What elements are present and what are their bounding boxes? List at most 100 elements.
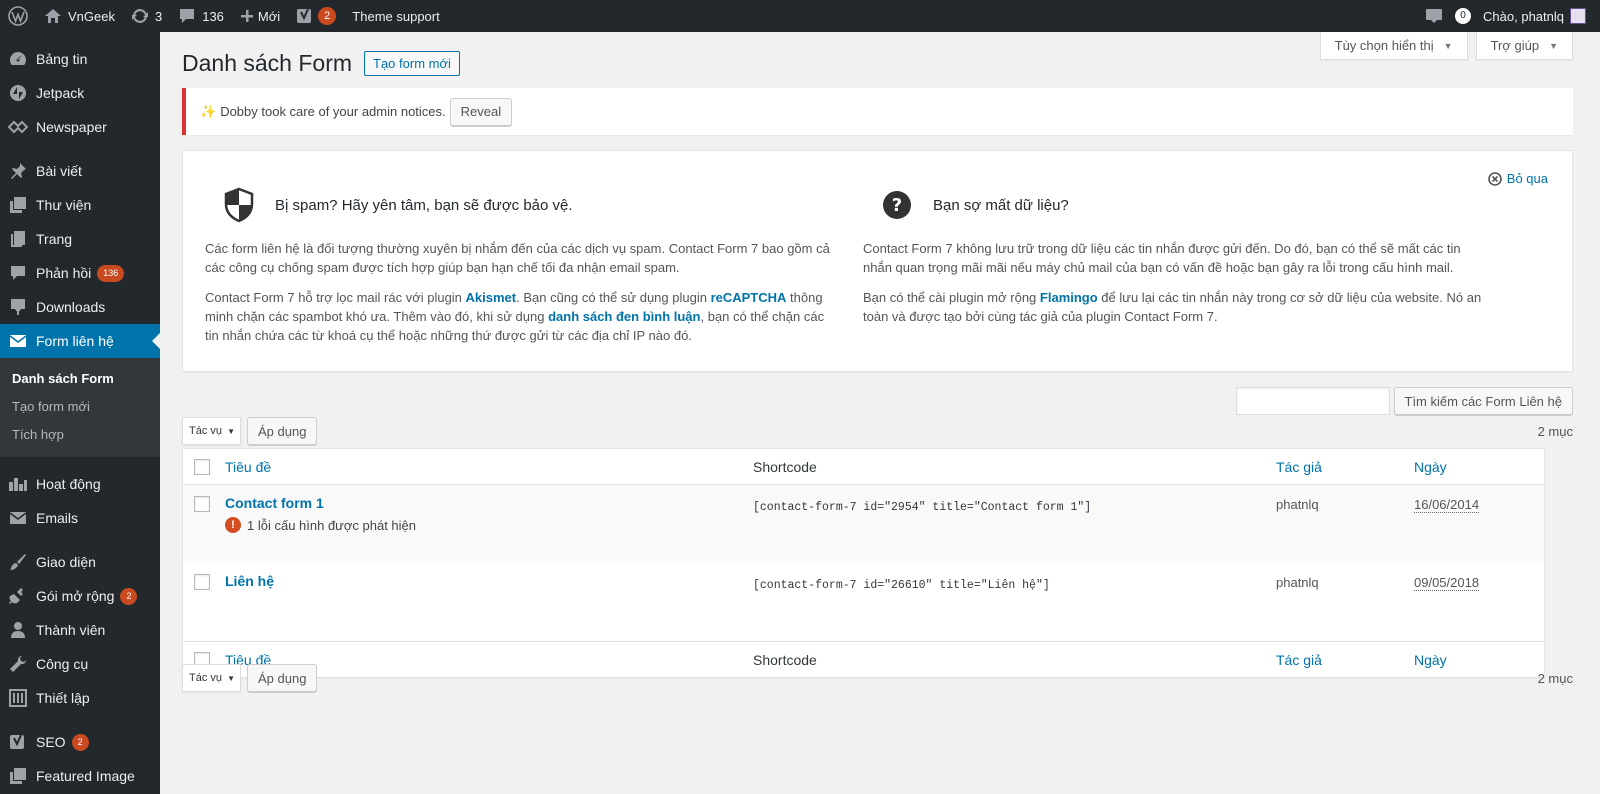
bulk-actions-select[interactable]: Tác vụ ▼ (182, 417, 241, 445)
help-label: Trợ giúp (1490, 38, 1540, 53)
home-icon (44, 8, 62, 24)
sidebar-label: Form liên hệ (36, 333, 114, 349)
comment-blacklist-link[interactable]: danh sách đen bình luận (548, 309, 700, 324)
notifications-link[interactable] (1417, 0, 1451, 32)
flamingo-link[interactable]: Flamingo (1040, 290, 1098, 305)
spam-protection-column: Bị spam? Hãy yên tâm, bạn sẽ được bảo vệ… (205, 185, 835, 356)
comments-link[interactable]: 136 (170, 0, 232, 32)
submenu-add-new-form[interactable]: Tạo form mới (0, 393, 160, 421)
sidebar-item-activity[interactable]: Hoạt động (0, 467, 160, 501)
sidebar-item-seo[interactable]: SEO 2 (0, 725, 160, 759)
notif-count-link[interactable]: 0 (1451, 0, 1475, 32)
form-title-link[interactable]: Contact form 1 (225, 495, 324, 511)
new-label: Mới (257, 8, 281, 24)
item-count: 2 mục (1537, 423, 1573, 439)
yoast-count: 2 (318, 7, 337, 25)
sidebar-label: Thiết lập (36, 690, 90, 706)
sidebar-item-jetpack[interactable]: Jetpack (0, 76, 160, 110)
date-text: 16/06/2014 (1414, 497, 1480, 513)
updates-icon (131, 7, 149, 25)
sidebar-item-settings[interactable]: Thiết lập (0, 681, 160, 715)
bulk-actions-select-bottom[interactable]: Tác vụ ▼ (182, 664, 241, 692)
date-text: 09/05/2018 (1414, 575, 1480, 591)
sidebar-label: Gói mở rộng (36, 588, 115, 604)
item-count-bottom: 2 mục (1537, 670, 1573, 686)
sidebar-item-media[interactable]: Thư viện (0, 188, 160, 222)
add-new-form-button[interactable]: Tạo form mới (364, 51, 460, 76)
apply-button[interactable]: Áp dụng (247, 417, 318, 445)
site-name-link[interactable]: VnGeek (36, 0, 123, 32)
welcome-panel: Bỏ qua Bị spam? Hãy yên tâm, bạn sẽ được… (182, 150, 1573, 372)
yoast-icon (8, 732, 28, 752)
admin-sidebar: Bảng tin Jetpack Newspaper Bài viết Thư … (0, 32, 160, 794)
screen-options-button[interactable]: Tùy chọn hiển thị ▼ (1319, 32, 1468, 60)
notif-count: 0 (1455, 8, 1472, 24)
comment-icon (178, 8, 196, 24)
data-loss-paragraph-1: Contact Form 7 không lưu trữ trong dữ li… (863, 241, 1461, 275)
sidebar-label: Bài viết (36, 163, 82, 179)
caret-down-icon: ▼ (227, 673, 235, 683)
apply-button-bottom[interactable]: Áp dụng (247, 664, 318, 692)
form-title-link[interactable]: Liên hệ (225, 573, 274, 589)
tablenav-top: Tác vụ ▼ Áp dụng 2 mục (182, 417, 1573, 445)
sidebar-label: Bảng tin (36, 51, 88, 67)
sidebar-item-dashboard[interactable]: Bảng tin (0, 42, 160, 76)
search-forms-button[interactable]: Tìm kiếm các Form Liên hệ (1393, 387, 1573, 415)
author-text: phatnlq (1276, 497, 1319, 512)
search-input[interactable] (1235, 387, 1390, 415)
sidebar-label: Featured Image (36, 768, 135, 784)
column-title-sort[interactable]: Tiêu đề (225, 459, 271, 475)
akismet-link[interactable]: Akismet (466, 290, 517, 305)
sidebar-item-downloads[interactable]: Downloads (0, 290, 160, 324)
sidebar-item-pages[interactable]: Trang (0, 222, 160, 256)
sidebar-item-emails[interactable]: Emails (0, 501, 160, 535)
column-date-sort[interactable]: Ngày (1414, 459, 1447, 475)
theme-support-label: Theme support (352, 8, 440, 24)
reveal-button[interactable]: Reveal (449, 97, 513, 126)
theme-support-link[interactable]: Theme support (344, 0, 447, 32)
my-account-link[interactable]: Chào, phatnlq (1475, 0, 1600, 32)
svg-text:?: ? (892, 195, 902, 216)
yoast-link[interactable]: 2 (288, 0, 344, 32)
sidebar-label: Downloads (36, 299, 106, 315)
sidebar-item-contact-form[interactable]: Form liên hệ (0, 324, 160, 358)
column-author-sort[interactable]: Tác giả (1276, 459, 1322, 475)
page-title: Danh sách Form (182, 50, 353, 76)
help-button[interactable]: Trợ giúp ▼ (1475, 32, 1573, 60)
sidebar-item-plugins[interactable]: Gói mở rộng 2 (0, 579, 160, 613)
sidebar-label: Công cụ (36, 656, 89, 672)
select-all-checkbox[interactable] (194, 459, 210, 475)
sidebar-item-posts[interactable]: Bài viết (0, 154, 160, 188)
sidebar-item-comments[interactable]: Phản hồi 136 (0, 256, 160, 290)
sidebar-item-users[interactable]: Thành viên (0, 613, 160, 647)
media-icon (8, 195, 28, 215)
wordpress-logo-icon[interactable] (0, 0, 36, 32)
column-shortcode: Shortcode (753, 458, 817, 475)
new-content-link[interactable]: Mới (232, 0, 288, 32)
seo-badge: 2 (71, 733, 89, 751)
sidebar-item-featured-image[interactable]: Featured Image (0, 759, 160, 793)
image-icon (8, 766, 28, 786)
sidebar-item-newspaper[interactable]: Newspaper (0, 110, 160, 144)
dobby-notice: ✨ Dobby took care of your admin notices.… (182, 88, 1573, 135)
error-icon: ! (225, 517, 241, 533)
dismiss-link[interactable]: Bỏ qua (1487, 171, 1548, 186)
caret-down-icon: ▼ (227, 426, 235, 436)
recaptcha-link[interactable]: reCAPTCHA (711, 290, 787, 305)
sidebar-item-appearance[interactable]: Giao diện (0, 545, 160, 579)
jetpack-icon (8, 83, 28, 103)
activity-icon (8, 474, 28, 494)
updates-link[interactable]: 3 (123, 0, 170, 32)
sidebar-item-tools[interactable]: Công cụ (0, 647, 160, 681)
contact-form-submenu: Danh sách Form Tạo form mới Tích hợp (0, 358, 160, 457)
avatar (1570, 8, 1586, 24)
screen-options-label: Tùy chọn hiển thị (1334, 38, 1434, 53)
sidebar-label: Hoạt động (36, 476, 101, 492)
page-icon (8, 229, 28, 249)
submenu-integration[interactable]: Tích hợp (0, 421, 160, 449)
row-checkbox[interactable] (194, 574, 210, 590)
submenu-form-list[interactable]: Danh sách Form (0, 365, 160, 393)
row-checkbox[interactable] (194, 496, 210, 512)
spam-heading: Bị spam? Hãy yên tâm, bạn sẽ được bảo vệ… (275, 196, 573, 214)
settings-icon (8, 688, 28, 708)
